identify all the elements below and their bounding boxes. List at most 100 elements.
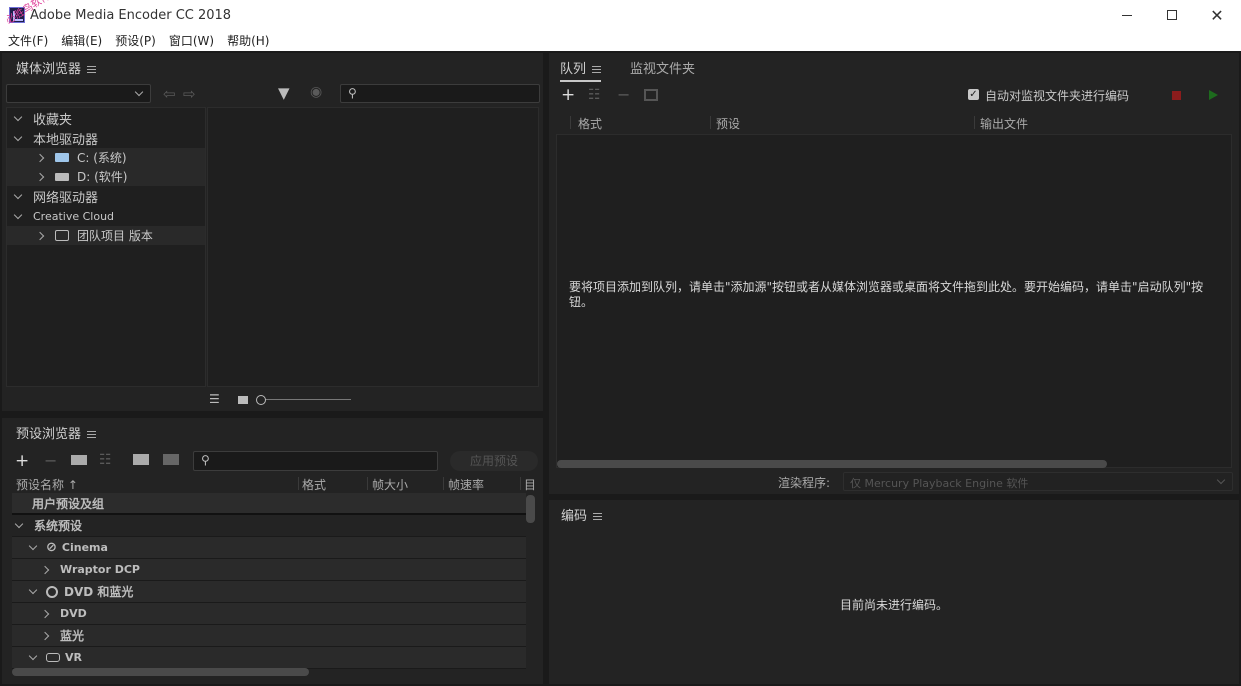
remove-item-icon[interactable]: − [617, 85, 630, 104]
preset-vertical-scrollbar[interactable] [526, 495, 535, 523]
tree-favorites[interactable]: 收藏夹 [13, 109, 73, 128]
preset-row-dvd-bluray-label: DVD 和蓝光 [64, 585, 134, 599]
menu-window[interactable]: 窗口(W) [169, 32, 214, 49]
tree-creative-cloud[interactable]: Creative Cloud [13, 207, 115, 226]
preset-row-cinema[interactable]: ⊘ Cinema [12, 537, 526, 559]
column-format[interactable]: 格式 [302, 476, 326, 493]
tab-queue[interactable]: 队列 [560, 58, 602, 82]
tree-team-projects-label: 团队项目 版本 [77, 229, 153, 243]
tree-team-projects[interactable]: 团队项目 版本 [7, 226, 205, 245]
maximize-button[interactable] [1149, 0, 1195, 30]
apply-preset-button[interactable]: 应用预设 [450, 451, 538, 471]
preset-row-system-presets[interactable]: 系统预设 [12, 515, 526, 537]
panel-menu-icon[interactable] [87, 66, 97, 73]
preset-row-user-presets[interactable]: 用户预设及组 [12, 493, 526, 515]
renderer-value: 仅 Mercury Playback Engine 软件 [850, 477, 1029, 490]
preset-row-cinema-label: Cinema [61, 541, 108, 554]
media-browser-title: 媒体浏览器 [16, 62, 82, 77]
menu-file[interactable]: 文件(F) [8, 32, 48, 49]
tree-network-drives[interactable]: 网络驱动器 [13, 187, 99, 206]
preset-column-headers: 预设名称 ↑ 格式 帧大小 帧速率 目 [12, 475, 542, 493]
preset-row-user-presets-label: 用户预设及组 [32, 496, 105, 511]
chevron-down-icon [13, 190, 23, 199]
column-preset-name[interactable]: 预设名称 ↑ [16, 476, 78, 493]
tree-local-drives[interactable]: 本地驱动器 [13, 129, 98, 148]
queue-panel: 队列 监视文件夹 + ☷ − ✓ 自动对监视文件夹进行编码 格式 预设 输出文件… [549, 53, 1239, 494]
thumbnail-view-icon[interactable] [238, 396, 248, 404]
tree-creative-cloud-label: Creative Cloud [33, 210, 115, 223]
new-group-icon[interactable] [71, 455, 87, 465]
stop-queue-button[interactable] [1172, 91, 1181, 100]
menu-preset[interactable]: 预设(P) [115, 32, 156, 49]
start-queue-button[interactable] [1209, 90, 1218, 100]
encoding-header: 编码 [561, 505, 603, 524]
preset-row-bluray[interactable]: 蓝光 [12, 625, 526, 647]
auto-encode-checkbox[interactable]: ✓ [968, 89, 979, 100]
team-project-icon [55, 230, 69, 241]
preset-row-bluray-label: 蓝光 [60, 629, 85, 643]
zoom-slider[interactable] [256, 395, 352, 405]
menu-bar: 文件(F) 编辑(E) 预设(P) 窗口(W) 帮助(H) [0, 30, 1241, 51]
column-frame-size[interactable]: 帧大小 [372, 476, 408, 493]
import-preset-icon[interactable] [133, 454, 149, 465]
column-frame-rate[interactable]: 帧速率 [448, 476, 484, 493]
zoom-slider-handle[interactable] [256, 395, 266, 405]
list-view-icon[interactable]: ☰ [209, 392, 220, 406]
chevron-down-icon [28, 585, 38, 594]
preset-horizontal-scrollbar[interactable] [12, 668, 309, 676]
queue-horizontal-scrollbar[interactable] [557, 460, 1107, 468]
queue-settings-icon[interactable]: ☷ [588, 87, 601, 103]
tree-drive-c[interactable]: C: (系统) [7, 148, 205, 167]
column-preset[interactable]: 预设 [716, 115, 740, 132]
location-dropdown[interactable] [6, 84, 151, 103]
chevron-right-icon [35, 153, 45, 162]
close-icon: ✕ [1210, 5, 1224, 25]
media-browser-panel: 媒体浏览器 ⇦ ⇨ ▼ ◉ ⚲ 收藏夹 本地驱动器 C: (系统) D: (软件… [2, 53, 543, 411]
tree-drive-d-label: D: (软件) [77, 170, 128, 184]
add-source-icon[interactable]: + [561, 85, 575, 105]
encoding-empty-message: 目前尚未进行编码。 [839, 598, 948, 612]
panel-menu-icon[interactable] [592, 66, 602, 73]
panel-menu-icon[interactable] [593, 513, 603, 520]
tree-network-drives-label: 网络驱动器 [33, 191, 99, 206]
column-output-file[interactable]: 输出文件 [980, 115, 1028, 132]
view-options-icon[interactable]: ◉ [310, 84, 322, 100]
chevron-down-icon [13, 132, 23, 141]
preset-row-dvd-bluray[interactable]: DVD 和蓝光 [12, 581, 526, 603]
media-content-area[interactable] [207, 107, 539, 387]
filter-icon[interactable]: ▼ [278, 84, 290, 102]
encoding-panel: 编码 目前尚未进行编码。 [549, 500, 1239, 684]
media-browser-header: 媒体浏览器 [16, 58, 97, 77]
forward-arrow-icon[interactable]: ⇨ [183, 85, 196, 103]
back-arrow-icon[interactable]: ⇦ [163, 85, 176, 103]
disc-icon [46, 585, 58, 598]
tab-watch-folders[interactable]: 监视文件夹 [630, 58, 695, 77]
queue-drop-area[interactable]: 要将项目添加到队列，请单击"添加源"按钮或者从媒体浏览器或桌面将文件拖到此处。要… [556, 134, 1232, 468]
export-preset-icon[interactable] [163, 454, 179, 465]
search-icon: ⚲ [348, 86, 357, 100]
preset-row-dvd[interactable]: DVD [12, 603, 526, 625]
menu-edit[interactable]: 编辑(E) [61, 32, 102, 49]
column-format[interactable]: 格式 [578, 115, 602, 132]
title-bar: Adobe Media Encoder CC 2018 必胜鸟软件站 ✕ [0, 0, 1241, 30]
minimize-button[interactable] [1104, 0, 1150, 30]
chevron-down-icon [13, 112, 23, 121]
remove-preset-icon[interactable]: − [44, 451, 57, 470]
tree-drive-d[interactable]: D: (软件) [7, 167, 205, 186]
tree-favorites-label: 收藏夹 [33, 113, 73, 128]
menu-help[interactable]: 帮助(H) [227, 32, 269, 49]
preset-settings-icon[interactable]: ☷ [99, 452, 112, 468]
duplicate-item-icon[interactable] [644, 89, 658, 101]
column-target[interactable]: 目 [524, 476, 536, 493]
preset-search-input[interactable]: ⚲ [193, 451, 438, 471]
preset-row-wraptor[interactable]: Wraptor DCP [12, 559, 526, 581]
renderer-dropdown[interactable]: 仅 Mercury Playback Engine 软件 [843, 472, 1233, 491]
preset-row-system-presets-label: 系统预设 [34, 519, 83, 533]
add-preset-icon[interactable]: + [15, 451, 29, 471]
close-button[interactable]: ✕ [1194, 0, 1240, 30]
folder-tree: 收藏夹 本地驱动器 C: (系统) D: (软件) 网络驱动器 Creative… [6, 107, 206, 387]
panel-menu-icon[interactable] [87, 431, 97, 438]
renderer-label: 渲染程序: [778, 476, 831, 490]
media-search-input[interactable]: ⚲ [340, 84, 540, 103]
preset-row-vr[interactable]: VR [12, 647, 526, 669]
